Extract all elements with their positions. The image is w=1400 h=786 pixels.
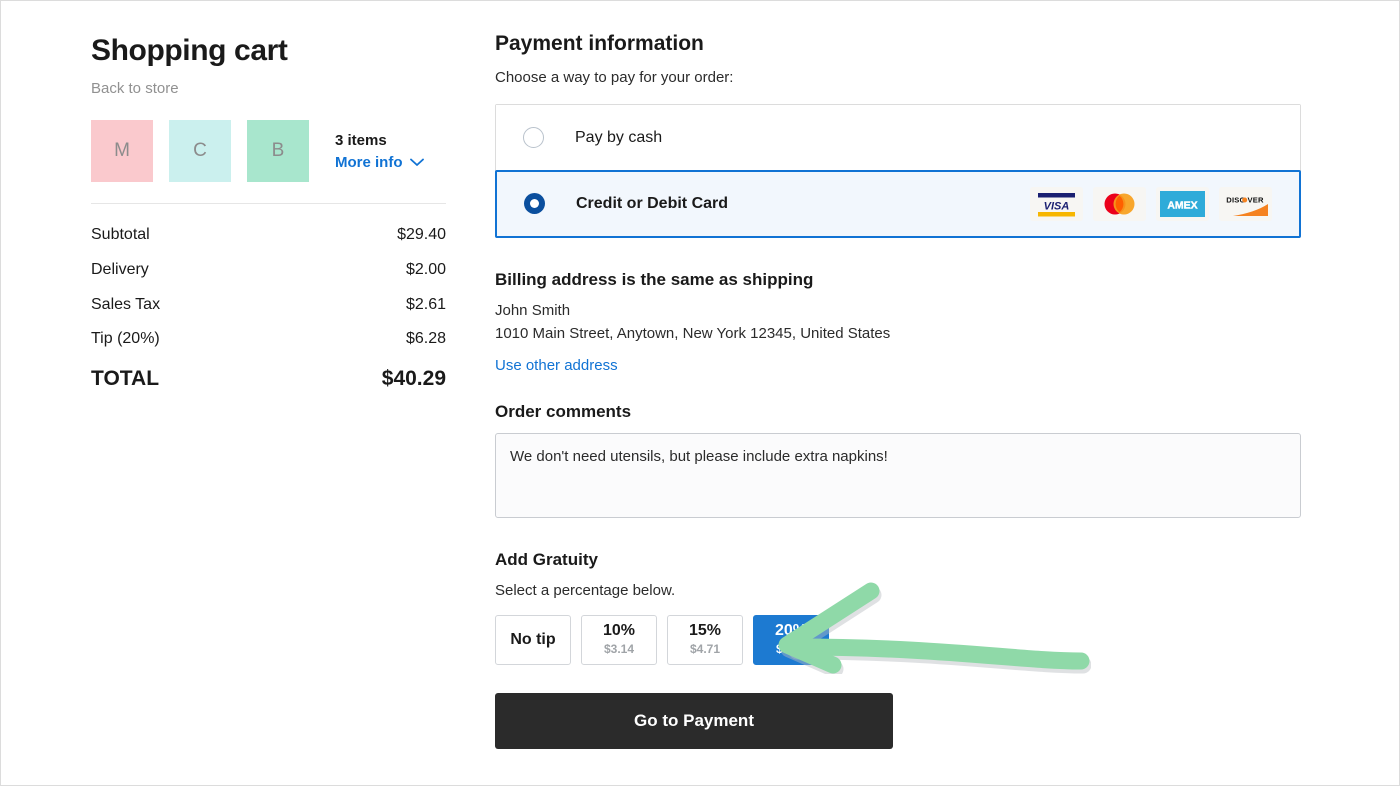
- payment-option-credit-or-debit-card[interactable]: Credit or Debit Card VISA AMEX DISC VER: [495, 169, 1301, 238]
- accepted-card-logos: VISA AMEX DISC VER: [1030, 186, 1272, 221]
- discover-icon: DISC VER: [1219, 186, 1272, 221]
- row-value: $2.00: [405, 260, 446, 278]
- order-comments-title: Order comments: [495, 401, 632, 421]
- billing-address-title: Billing address is the same as shipping: [495, 269, 814, 289]
- tip-option-label: 10%: [602, 622, 636, 640]
- payment-option-label: Pay by cash: [575, 128, 663, 146]
- total-row-grand: TOTAL $40.29: [91, 357, 446, 399]
- cart-totals: Subtotal $29.40 Delivery $2.00 Sales Tax…: [91, 218, 446, 399]
- tip-option-15-percent[interactable]: 15% $4.71: [667, 614, 743, 665]
- billing-address-section: Billing address is the same as shipping …: [495, 270, 1301, 375]
- use-other-address-link[interactable]: Use other address: [495, 357, 618, 374]
- grand-total-value: $40.29: [381, 367, 446, 391]
- radio-icon-pay-by-cash[interactable]: [523, 127, 544, 149]
- cart-items-meta: 3 items More info: [335, 131, 424, 171]
- tip-option-label: 20%: [774, 622, 808, 640]
- go-to-payment-button[interactable]: Go to Payment: [495, 692, 893, 749]
- payment-information-subtitle: Choose a way to pay for your order:: [495, 69, 734, 87]
- amex-icon: AMEX: [1156, 186, 1209, 221]
- row-value: $29.40: [397, 226, 446, 243]
- tip-option-amount: $6.28: [775, 641, 807, 656]
- cart-item-thumbnail[interactable]: B: [247, 120, 309, 182]
- tip-option-amount: $3.14: [603, 641, 635, 656]
- cart-item-initial: C: [193, 140, 207, 161]
- cart-items-summary: M C B 3 items More info: [91, 120, 446, 182]
- svg-text:AMEX: AMEX: [1167, 199, 1197, 211]
- row-value: $6.28: [405, 330, 446, 348]
- tip-option-amount: $4.71: [689, 641, 721, 656]
- add-gratuity-subtitle: Select a percentage below.: [495, 582, 676, 600]
- billing-address: 1010 Main Street, Anytown, New York 1234…: [495, 325, 891, 343]
- row-value: $2.61: [405, 295, 446, 313]
- add-gratuity-title: Add Gratuity: [495, 549, 598, 569]
- radio-icon-credit-card-selected[interactable]: [524, 193, 545, 215]
- cart-item-initial: B: [271, 140, 285, 161]
- tip-option-20-percent[interactable]: 20% $6.28: [753, 614, 829, 665]
- tip-options-row: No tip 10% $3.14 15% $4.71 20% $6.28: [495, 614, 1301, 665]
- add-gratuity-section: Add Gratuity Select a percentage below. …: [495, 550, 1301, 665]
- tip-option-label: No tip: [510, 630, 556, 648]
- svg-text:VISA: VISA: [1044, 200, 1070, 212]
- total-row-tip: Tip (20%) $6.28: [91, 322, 446, 357]
- payment-option-pay-by-cash[interactable]: Pay by cash: [496, 104, 1300, 171]
- more-info-toggle[interactable]: More info: [335, 154, 424, 171]
- cart-item-thumbnail[interactable]: C: [169, 120, 231, 182]
- payment-method-list: Pay by cash Credit or Debit Card VISA AM…: [495, 103, 1301, 238]
- visa-icon: VISA: [1030, 186, 1083, 221]
- checkout-page: Shopping cart Back to store M C B 3 item…: [0, 0, 1400, 786]
- total-row-delivery: Delivery $2.00: [91, 253, 446, 288]
- shopping-cart-panel: Shopping cart Back to store M C B 3 item…: [91, 33, 446, 399]
- row-label: Tip (20%): [91, 330, 160, 348]
- mastercard-icon: [1093, 186, 1146, 221]
- items-count-label: 3 items: [335, 132, 387, 150]
- cart-item-initial: M: [114, 140, 130, 161]
- total-row-sales-tax: Sales Tax $2.61: [91, 288, 446, 323]
- row-label: Delivery: [91, 260, 149, 278]
- cart-item-thumbnail[interactable]: M: [91, 120, 153, 182]
- total-row-subtotal: Subtotal $29.40: [91, 218, 446, 253]
- tip-option-no-tip[interactable]: No tip: [495, 614, 571, 665]
- order-comments-section: Order comments: [495, 402, 1301, 523]
- grand-total-label: TOTAL: [91, 367, 160, 391]
- payment-option-label: Credit or Debit Card: [576, 194, 729, 212]
- billing-name: John Smith: [495, 302, 571, 320]
- back-to-store-link[interactable]: Back to store: [91, 80, 446, 98]
- divider: [91, 203, 446, 204]
- tip-option-label: 15%: [688, 622, 722, 640]
- payment-panel: Payment information Choose a way to pay …: [495, 31, 1301, 749]
- row-label: Subtotal: [91, 226, 150, 243]
- page-title: Shopping cart: [91, 34, 288, 67]
- payment-information-title: Payment information: [495, 32, 704, 55]
- row-label: Sales Tax: [91, 295, 161, 313]
- tip-option-10-percent[interactable]: 10% $3.14: [581, 614, 657, 665]
- order-comments-input[interactable]: [495, 432, 1301, 518]
- chevron-down-icon: [409, 158, 424, 167]
- more-info-label: More info: [335, 153, 403, 171]
